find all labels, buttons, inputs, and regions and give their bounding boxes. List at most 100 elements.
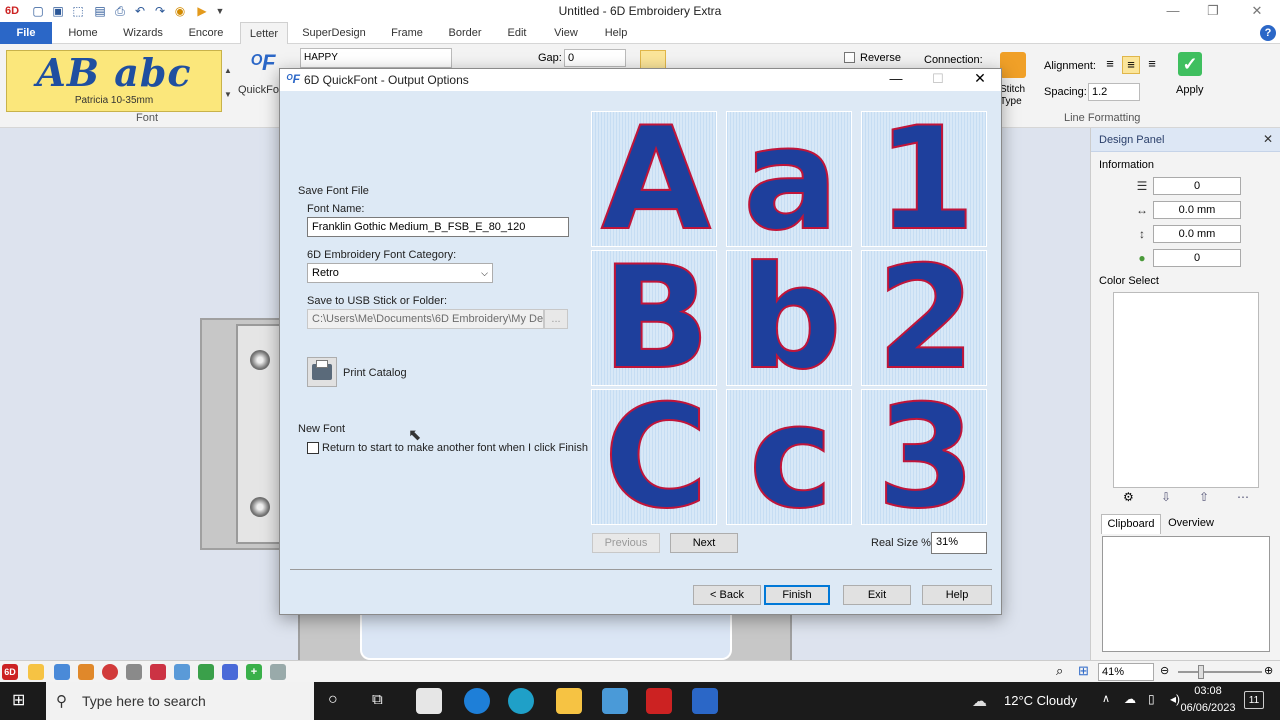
tab-overview[interactable]: Overview <box>1163 514 1219 534</box>
real-size-label: Real Size % <box>871 537 931 549</box>
zoom-out-icon[interactable]: ⊖ <box>1160 664 1174 677</box>
tab-wizards[interactable]: Wizards <box>116 22 170 44</box>
color-count-field: 0 <box>1153 249 1241 267</box>
windows-start-icon[interactable]: ⊞ <box>12 692 30 710</box>
reverse-checkbox[interactable] <box>844 52 855 63</box>
spacing-input[interactable]: 1.2 <box>1088 83 1140 101</box>
tab-superdesign[interactable]: SuperDesign <box>298 22 370 44</box>
tool-icon[interactable] <box>28 664 44 680</box>
quickfont-icon[interactable]: ᴼF <box>250 50 275 78</box>
return-to-start-checkbox[interactable] <box>307 442 319 454</box>
zoom-in-icon[interactable]: ⊕ <box>1264 664 1278 677</box>
fit-icon[interactable]: ⊞ <box>1078 663 1094 679</box>
tool-icon[interactable] <box>198 664 214 680</box>
tool-icon[interactable] <box>54 664 70 680</box>
dialog-minimize-icon[interactable]: — <box>888 71 904 86</box>
tool-icon[interactable] <box>174 664 190 680</box>
align-left-icon[interactable]: ≡ <box>1102 56 1118 72</box>
task-view-icon[interactable]: ⧉ <box>372 691 383 708</box>
font-dropdown-icon[interactable]: ▼ <box>224 90 234 104</box>
close-panel-icon[interactable]: ✕ <box>1263 132 1273 146</box>
finish-button[interactable]: Finish <box>764 585 830 605</box>
tool-icon[interactable] <box>126 664 142 680</box>
preview-tile: A <box>591 111 717 247</box>
height-field: 0.0 mm <box>1153 225 1241 243</box>
print-catalog-label[interactable]: Print Catalog <box>343 367 407 379</box>
next-button[interactable]: Next <box>670 533 738 553</box>
tray-chevron-icon[interactable]: ∧ <box>1102 692 1110 705</box>
align-center-icon[interactable]: ≡ <box>1122 56 1140 74</box>
zoom-tool-icon[interactable]: ⌕ <box>1056 663 1072 679</box>
print-catalog-button[interactable] <box>307 357 337 387</box>
tool-icon[interactable] <box>102 664 118 680</box>
tool-icon[interactable] <box>150 664 166 680</box>
minimize-icon[interactable]: — <box>1158 2 1188 20</box>
mail-icon[interactable] <box>416 688 442 714</box>
color-select-list[interactable] <box>1113 292 1259 488</box>
tool-icon[interactable] <box>270 664 286 680</box>
help-button[interactable]: Help <box>922 585 992 605</box>
move-up-icon[interactable]: ⇧ <box>1199 490 1215 504</box>
tab-frame[interactable]: Frame <box>384 22 430 44</box>
restore-icon[interactable]: ❐ <box>1198 2 1228 20</box>
notification-count[interactable]: 11 <box>1244 691 1264 709</box>
quickfont-label[interactable]: QuickFo <box>238 84 279 96</box>
text-entry[interactable]: HAPPY <box>300 48 452 68</box>
add-icon[interactable]: + <box>246 664 262 680</box>
stitch-type-icon[interactable] <box>1000 52 1026 78</box>
tab-view[interactable]: View <box>548 22 584 44</box>
gap-input[interactable]: 0 <box>564 49 626 67</box>
return-to-start-label[interactable]: Return to start to make another font whe… <box>322 442 588 454</box>
apply-button-label[interactable]: Apply <box>1176 84 1204 96</box>
browse-button[interactable]: ... <box>544 309 568 329</box>
back-button[interactable]: < Back <box>693 585 761 605</box>
tab-edit[interactable]: Edit <box>500 22 534 44</box>
tab-file[interactable]: File <box>0 22 52 44</box>
tab-border[interactable]: Border <box>440 22 490 44</box>
6d-app-icon[interactable] <box>646 688 672 714</box>
tab-encore[interactable]: Encore <box>180 22 232 44</box>
stitch-count-field: 0 <box>1153 177 1241 195</box>
quickfont-app-icon[interactable] <box>692 688 718 714</box>
font-name-input[interactable]: Franklin Gothic Medium_B_FSB_E_80_120 <box>307 217 569 237</box>
real-size-input[interactable]: 31% <box>931 532 987 554</box>
category-select[interactable]: Retro ⌵ <box>307 263 493 283</box>
close-window-icon[interactable]: ✕ <box>1242 2 1272 20</box>
zoom-slider[interactable] <box>1178 671 1262 673</box>
tool-icon[interactable] <box>78 664 94 680</box>
exit-button[interactable]: Exit <box>843 585 911 605</box>
help-icon[interactable]: ? <box>1260 25 1276 41</box>
font-preview[interactable]: AB abc Patricia 10-35mm <box>6 50 222 112</box>
font-scroll-up-icon[interactable]: ▲ <box>224 66 234 80</box>
color-props-icon[interactable]: ⚙ <box>1123 490 1139 504</box>
taskbar-search[interactable]: ⚲ Type here to search <box>46 682 314 720</box>
preview-tile: b <box>726 250 852 386</box>
apply-check-icon[interactable]: ✓ <box>1178 52 1202 76</box>
zoom-slider-handle[interactable] <box>1198 665 1204 679</box>
cloud-icon[interactable]: ☁ <box>1124 692 1136 706</box>
clock-date[interactable]: 06/06/2023 <box>1170 702 1246 714</box>
tab-clipboard[interactable]: Clipboard <box>1101 514 1161 534</box>
tab-letter[interactable]: Letter <box>240 22 288 44</box>
dialog-body: Save Font File Font Name: Franklin Gothi… <box>280 91 1001 614</box>
clock-time[interactable]: 03:08 <box>1180 685 1236 697</box>
file-explorer-icon[interactable] <box>556 688 582 714</box>
tab-home[interactable]: Home <box>60 22 106 44</box>
network-icon[interactable]: ▯ <box>1148 692 1155 706</box>
sort-icon[interactable]: ⋯ <box>1237 490 1253 504</box>
ie-icon[interactable] <box>464 688 490 714</box>
stitch-type-label[interactable]: Stitch Type <box>1000 84 1030 108</box>
previous-button[interactable]: Previous <box>592 533 660 553</box>
zoom-select[interactable]: 41% <box>1098 663 1154 681</box>
cortana-icon[interactable]: ○ <box>328 691 338 709</box>
clipboard-area[interactable] <box>1102 536 1270 652</box>
edge-icon[interactable] <box>508 688 534 714</box>
app-status-icon[interactable]: 6D <box>2 664 18 680</box>
tab-help[interactable]: Help <box>598 22 634 44</box>
align-right-icon[interactable]: ≡ <box>1144 56 1160 72</box>
dialog-close-icon[interactable]: ✕ <box>972 70 988 87</box>
printer-paper-icon <box>316 360 328 368</box>
app-icon[interactable] <box>602 688 628 714</box>
tool-icon[interactable] <box>222 664 238 680</box>
move-down-icon[interactable]: ⇩ <box>1161 490 1177 504</box>
